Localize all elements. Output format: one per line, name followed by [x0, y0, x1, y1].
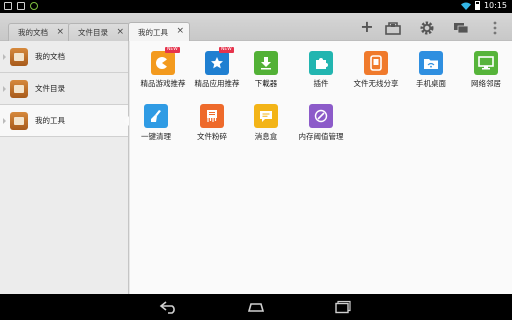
expand-arrow-icon: [3, 86, 6, 92]
wifi-icon: [460, 2, 471, 10]
message-box-icon: [254, 104, 278, 128]
wireless-share-icon: [364, 51, 388, 75]
tab-label: 我的工具: [138, 27, 168, 37]
tools-grid: NEW 精品游戏推荐 NEW 精品应用推荐 下載器 插件 文件无线分享 手机桌面: [130, 41, 512, 294]
notification-icons: [4, 2, 38, 10]
new-badge: NEW: [165, 47, 180, 53]
broom-icon: [144, 104, 168, 128]
chat-icon[interactable]: [453, 20, 469, 36]
close-icon[interactable]: ×: [56, 27, 64, 37]
system-indicators: 10:15: [460, 1, 507, 10]
app-store-icon: [205, 51, 229, 75]
new-badge: NEW: [219, 47, 234, 53]
tool-memory-threshold[interactable]: 内存阈值管理: [291, 98, 351, 146]
sidebar-item-my-documents[interactable]: 我的文档: [0, 41, 128, 73]
shredder-icon: [200, 104, 224, 128]
toolbox-icon[interactable]: [385, 20, 401, 36]
folder-icon: [10, 79, 28, 98]
sidebar: 我的文档 文件目录 我的工具: [0, 41, 129, 294]
wifi-folder-icon: [419, 51, 443, 75]
add-icon[interactable]: +: [359, 17, 375, 36]
tab-bar: 我的文档 × 文件目录 × 我的工具 × +: [0, 13, 512, 41]
tab-my-tools[interactable]: 我的工具 ×: [128, 22, 190, 41]
back-icon[interactable]: [158, 300, 180, 314]
sidebar-item-label: 我的文档: [35, 52, 65, 61]
home-icon[interactable]: [245, 300, 267, 314]
folder-icon: [10, 47, 28, 66]
network-monitor-icon: [474, 51, 498, 75]
status-bar: 10:15: [0, 0, 512, 13]
battery-icon: [474, 1, 480, 10]
photo-icon: [4, 2, 12, 10]
close-icon[interactable]: ×: [116, 27, 124, 37]
recent-apps-icon[interactable]: [333, 300, 355, 314]
settings-gear-icon[interactable]: [419, 20, 435, 36]
sidebar-item-label: 我的工具: [35, 116, 65, 125]
tab-file-directory[interactable]: 文件目录 ×: [68, 23, 130, 41]
sidebar-item-file-directory[interactable]: 文件目录: [0, 73, 128, 105]
folder-icon: [10, 111, 28, 130]
puzzle-icon: [309, 51, 333, 75]
tool-one-click-clean[interactable]: 一键清理: [126, 98, 186, 146]
screenshot-icon: [17, 2, 25, 10]
game-icon: [151, 51, 175, 75]
tool-label: 内存阈值管理: [298, 132, 344, 141]
download-icon: [254, 51, 278, 75]
tab-label: 文件目录: [78, 28, 108, 37]
expand-arrow-icon: [3, 118, 6, 124]
navigation-bar: [0, 294, 512, 320]
android-app-icon: [30, 2, 38, 10]
overflow-menu-icon[interactable]: [487, 20, 503, 36]
tab-label: 我的文档: [18, 28, 48, 37]
tab-my-documents[interactable]: 我的文档 ×: [8, 23, 70, 41]
sidebar-item-my-tools[interactable]: 我的工具: [0, 105, 129, 137]
tool-network-neighbors[interactable]: 网络邻居: [456, 45, 512, 93]
clock: 10:15: [483, 1, 507, 10]
sidebar-item-label: 文件目录: [35, 84, 65, 93]
tool-label: 网络邻居: [471, 79, 501, 88]
expand-arrow-icon: [3, 54, 6, 60]
close-icon[interactable]: ×: [176, 26, 184, 36]
memory-icon: [309, 104, 333, 128]
